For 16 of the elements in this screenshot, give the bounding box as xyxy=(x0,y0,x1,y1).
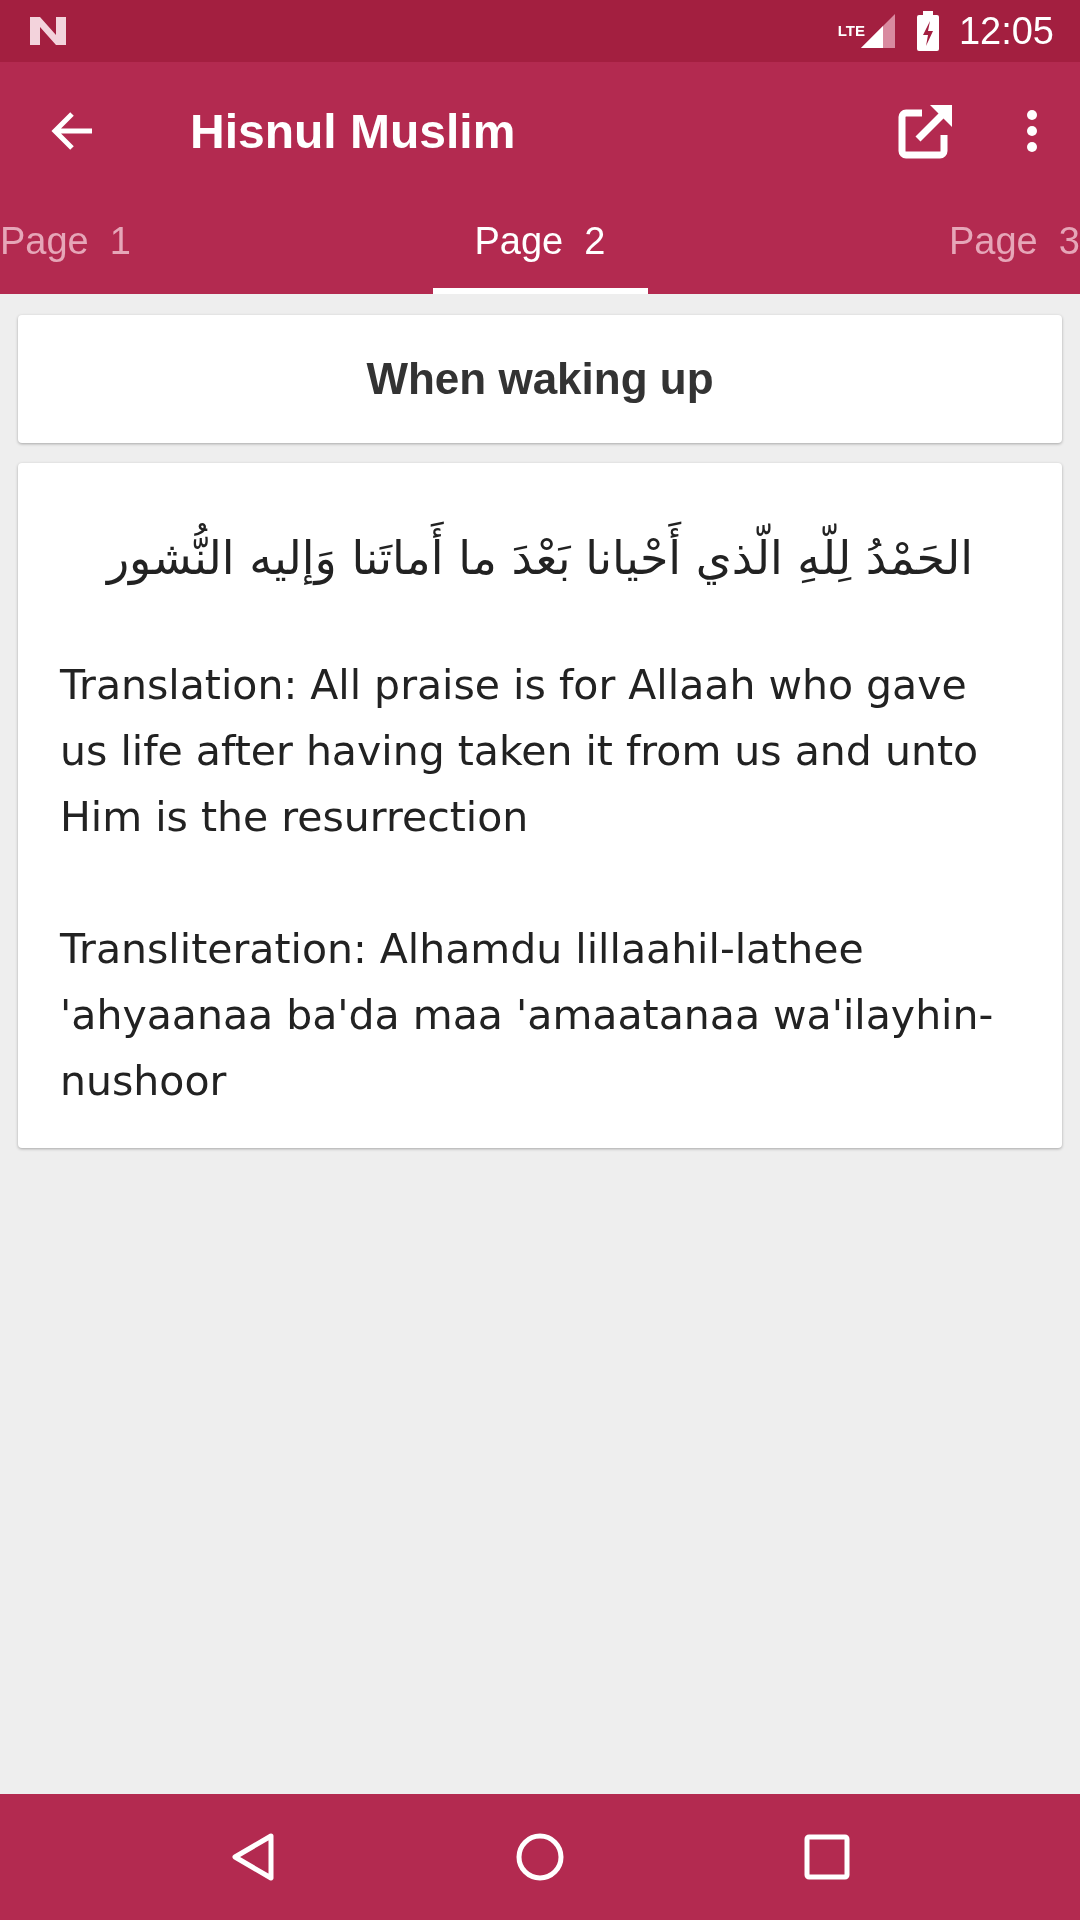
battery-icon xyxy=(916,11,939,51)
paragraph: Transliteration: Alhamdu lillaahil-lathee 'ahyaanaa ba'da maa 'amaatanaa wa'ilayhin-nushoor xyxy=(60,924,995,1108)
clock: 12:05 xyxy=(958,9,1054,53)
page-tab[interactable]: Page 1 xyxy=(0,200,131,294)
notification-icon xyxy=(28,15,68,47)
network-label: LTE xyxy=(837,21,865,39)
page-tab[interactable]: Page 3 xyxy=(949,200,1080,294)
page-tab[interactable]: Page 2 xyxy=(432,200,648,294)
more-icon[interactable] xyxy=(1026,109,1038,153)
app-title: Hisnul Muslim xyxy=(190,103,517,159)
home-nav-icon[interactable] xyxy=(515,1832,565,1882)
share-icon[interactable] xyxy=(898,103,954,159)
back-icon[interactable] xyxy=(50,111,94,151)
paragraph: Translation: All praise is for Allaah who gave us life after having taken it from us and unto Him is the resurrection xyxy=(60,660,980,844)
arabic-text: الحَمْدُ لِلّهِ الّذي أَحْيانا بَعْدَ ما أَماتَنا وَإليه النُّشور xyxy=(60,515,1020,603)
heading: When waking up xyxy=(366,354,714,404)
